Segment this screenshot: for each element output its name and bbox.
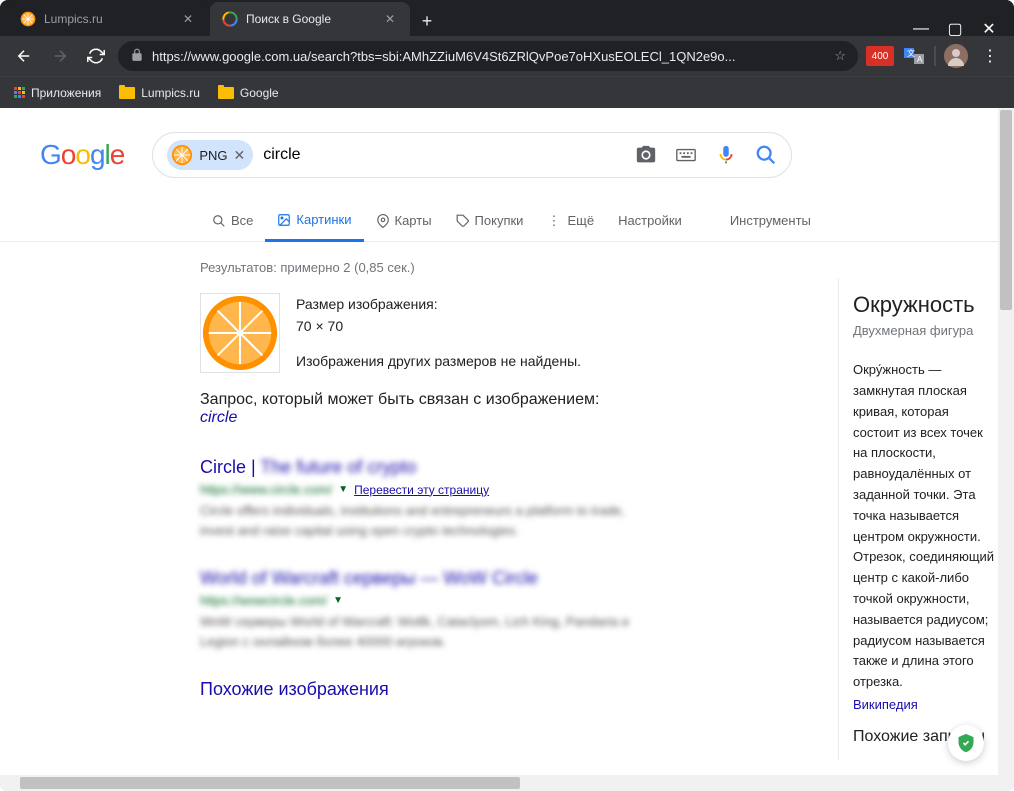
lock-icon [130, 48, 144, 65]
tab-all[interactable]: Все [200, 201, 265, 240]
no-other-sizes: Изображения других размеров не найдены. [296, 350, 581, 372]
maximize-button[interactable]: ▢ [948, 22, 962, 36]
orange-icon [20, 11, 36, 27]
folder-icon [218, 87, 234, 99]
search-nav-tabs: Все Картинки Карты Покупки ⋮Ещё Настройк… [0, 200, 1014, 242]
chip-label: PNG [199, 148, 227, 163]
folder-label: Google [240, 86, 279, 100]
tools-link[interactable]: Инструменты [718, 201, 823, 240]
result-thumbnail[interactable] [200, 293, 280, 373]
kp-description: Окру́жность — замкнутая плоская кривая, … [853, 360, 998, 693]
search-icon[interactable] [755, 144, 777, 166]
tab-shopping[interactable]: Покупки [444, 201, 536, 240]
related-query-link[interactable]: circle [200, 409, 237, 426]
image-chip[interactable]: PNG ✕ [167, 140, 253, 170]
apps-bookmark[interactable]: Приложения [14, 86, 101, 100]
related-query: Запрос, который может быть связан с изоб… [200, 391, 640, 427]
kp-subtitle: Двухмерная фигура [853, 322, 998, 340]
shield-badge[interactable] [948, 725, 984, 761]
extension-badge[interactable]: 400 [866, 46, 894, 66]
settings-link[interactable]: Настройки [606, 201, 694, 240]
tab-strip: Lumpics.ru ✕ Поиск в Google ✕ + — ▢ ✕ [0, 0, 1014, 36]
chip-close-icon[interactable]: ✕ [234, 147, 246, 164]
tab-images[interactable]: Картинки [265, 200, 363, 242]
similar-images-heading[interactable]: Похожие изображения [200, 679, 640, 700]
forward-button[interactable] [46, 42, 74, 70]
dropdown-arrow-icon[interactable]: ▼ [333, 595, 343, 606]
vertical-scrollbar[interactable] [998, 108, 1014, 791]
google-folder[interactable]: Google [218, 86, 279, 100]
google-logo[interactable]: Google [40, 139, 124, 171]
result-snippet: WoW серверы World of Warcraft: Wotlk, Ca… [200, 612, 640, 651]
bookmark-star-icon[interactable]: ☆ [834, 48, 846, 64]
translate-extension-icon[interactable]: 文A [902, 44, 926, 68]
svg-text:A: A [917, 55, 923, 64]
browser-tab-google[interactable]: Поиск в Google ✕ [210, 2, 410, 36]
folder-icon [119, 87, 135, 99]
url-text: https://www.google.com.ua/search?tbs=sbi… [152, 49, 826, 64]
page-content: Google PNG ✕ [0, 108, 1014, 791]
browser-toolbar: https://www.google.com.ua/search?tbs=sbi… [0, 36, 1014, 76]
lumpics-folder[interactable]: Lumpics.ru [119, 86, 200, 100]
image-result: Размер изображения: 70 × 70 Изображения … [200, 293, 640, 373]
minimize-button[interactable]: — [914, 22, 928, 36]
google-icon [222, 11, 238, 27]
result-title[interactable]: Circle | The future of crypto [200, 457, 640, 478]
back-button[interactable] [10, 42, 38, 70]
folder-label: Lumpics.ru [141, 86, 200, 100]
profile-avatar[interactable] [944, 44, 968, 68]
knowledge-panel: Окружность Двухмерная фигура Окру́жность… [838, 278, 998, 760]
address-bar[interactable]: https://www.google.com.ua/search?tbs=sbi… [118, 41, 858, 71]
translate-link[interactable]: Перевести эту страницу [354, 483, 489, 497]
kp-title: Окружность [853, 292, 998, 318]
image-size-value: 70 × 70 [296, 315, 581, 337]
close-icon[interactable]: ✕ [382, 11, 398, 27]
search-result: Circle | The future of crypto https://ww… [200, 457, 640, 540]
close-window-button[interactable]: ✕ [982, 22, 996, 36]
tab-maps[interactable]: Карты [364, 201, 444, 240]
apps-label: Приложения [31, 86, 101, 100]
orange-icon [171, 144, 193, 166]
keyboard-icon[interactable] [675, 144, 697, 166]
microphone-icon[interactable] [715, 144, 737, 166]
tab-more[interactable]: ⋮Ещё [535, 201, 606, 241]
result-stats: Результатов: примерно 2 (0,85 сек.) [200, 260, 640, 275]
tab-title: Lumpics.ru [44, 12, 174, 26]
kp-source-link[interactable]: Википедия [853, 697, 918, 712]
tab-title: Поиск в Google [246, 12, 376, 26]
dropdown-arrow-icon[interactable]: ▼ [338, 484, 348, 495]
reload-button[interactable] [82, 42, 110, 70]
search-box[interactable]: PNG ✕ [152, 132, 792, 178]
search-result: World of Warcraft серверы — WoW Circle h… [200, 568, 640, 651]
bookmarks-bar: Приложения Lumpics.ru Google [0, 76, 1014, 108]
close-icon[interactable]: ✕ [180, 11, 196, 27]
result-title[interactable]: World of Warcraft серверы — WoW Circle [200, 568, 640, 589]
svg-text:文: 文 [907, 48, 915, 58]
search-input[interactable] [263, 146, 625, 164]
new-tab-button[interactable]: + [412, 6, 442, 36]
horizontal-scrollbar[interactable] [0, 775, 998, 791]
result-url: https://wowcircle.com/▼ [200, 593, 640, 608]
browser-menu-button[interactable]: ⋮ [976, 46, 1004, 66]
image-size-label: Размер изображения: [296, 293, 581, 315]
separator [934, 46, 936, 66]
camera-icon[interactable] [635, 144, 657, 166]
result-url: https://www.circle.com/▼Перевести эту ст… [200, 482, 640, 497]
browser-tab-lumpics[interactable]: Lumpics.ru ✕ [8, 2, 208, 36]
result-snippet: Circle offers individuals, institutions … [200, 501, 640, 540]
apps-icon [14, 87, 25, 98]
